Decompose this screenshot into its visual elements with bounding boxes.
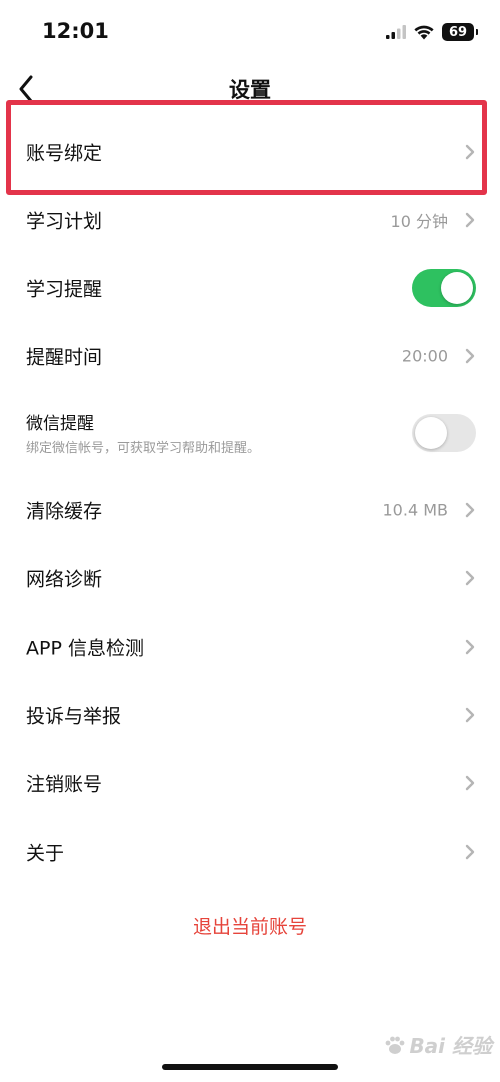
settings-item-label: APP 信息检测: [26, 637, 144, 660]
chevron-right-icon: [465, 144, 475, 160]
settings-item-label: 关于: [26, 842, 65, 865]
wifi-icon: [414, 25, 434, 40]
status-icons: 69: [386, 22, 478, 42]
settings-item-label: 清除缓存: [26, 500, 103, 523]
chevron-right-icon: [465, 212, 475, 228]
settings-item-account-binding[interactable]: 账号绑定: [0, 118, 500, 186]
settings-item-label: 提醒时间: [26, 346, 103, 369]
settings-item-label: 注销账号: [26, 773, 103, 796]
toggle-knob: [441, 272, 473, 304]
watermark-text: Bai 经验: [409, 1034, 492, 1058]
settings-item-complaint-report[interactable]: 投诉与举报: [0, 681, 500, 749]
settings-item-label: 微信提醒: [26, 414, 94, 434]
settings-item-app-info-check[interactable]: APP 信息检测: [0, 613, 500, 681]
settings-item-network-diagnosis[interactable]: 网络诊断: [0, 544, 500, 612]
wechat-reminder-toggle[interactable]: [412, 414, 476, 452]
settings-item-value: 10 分钟: [390, 212, 448, 231]
settings-item-study-plan[interactable]: 学习计划 10 分钟: [0, 186, 500, 254]
home-indicator: [162, 1064, 338, 1070]
settings-item-label: 学习计划: [26, 210, 103, 233]
watermark: Bai 经验: [384, 1030, 492, 1059]
settings-item-label: 账号绑定: [26, 142, 103, 165]
settings-item-reminder-time[interactable]: 提醒时间 20:00: [0, 322, 500, 390]
battery-level: 69: [448, 24, 468, 40]
study-reminder-toggle[interactable]: [412, 269, 476, 307]
battery-icon: 69: [442, 23, 478, 41]
chevron-right-icon: [465, 844, 475, 860]
settings-item-label: 网络诊断: [26, 568, 103, 591]
chevron-right-icon: [465, 707, 475, 723]
chevron-right-icon: [465, 570, 475, 586]
chevron-right-icon: [465, 775, 475, 791]
settings-item-about[interactable]: 关于: [0, 818, 500, 886]
settings-item-cancel-account[interactable]: 注销账号: [0, 749, 500, 817]
cellular-signal-icon: [386, 25, 406, 39]
chevron-right-icon: [465, 348, 475, 364]
nav-bar: 设置: [0, 64, 500, 114]
settings-item-wechat-reminder: 微信提醒 绑定微信帐号，可获取学习帮助和提醒。: [0, 399, 500, 467]
toggle-knob: [415, 417, 447, 449]
settings-item-subtitle: 绑定微信帐号，可获取学习帮助和提醒。: [26, 441, 261, 456]
status-time: 12:01: [42, 19, 109, 43]
settings-item-label: 投诉与举报: [26, 705, 122, 728]
settings-item-label: 学习提醒: [26, 278, 103, 301]
settings-item-value: 10.4 MB: [382, 500, 449, 520]
settings-item-study-reminder: 学习提醒: [0, 254, 500, 322]
settings-item-clear-cache[interactable]: 清除缓存 10.4 MB: [0, 476, 500, 544]
page-title: 设置: [229, 78, 271, 102]
status-bar: 12:01 69: [0, 0, 500, 64]
paw-icon: [386, 1036, 405, 1054]
logout-button[interactable]: 退出当前账号: [0, 912, 500, 939]
chevron-right-icon: [465, 502, 475, 518]
settings-item-value: 20:00: [401, 346, 448, 366]
chevron-right-icon: [465, 639, 475, 655]
